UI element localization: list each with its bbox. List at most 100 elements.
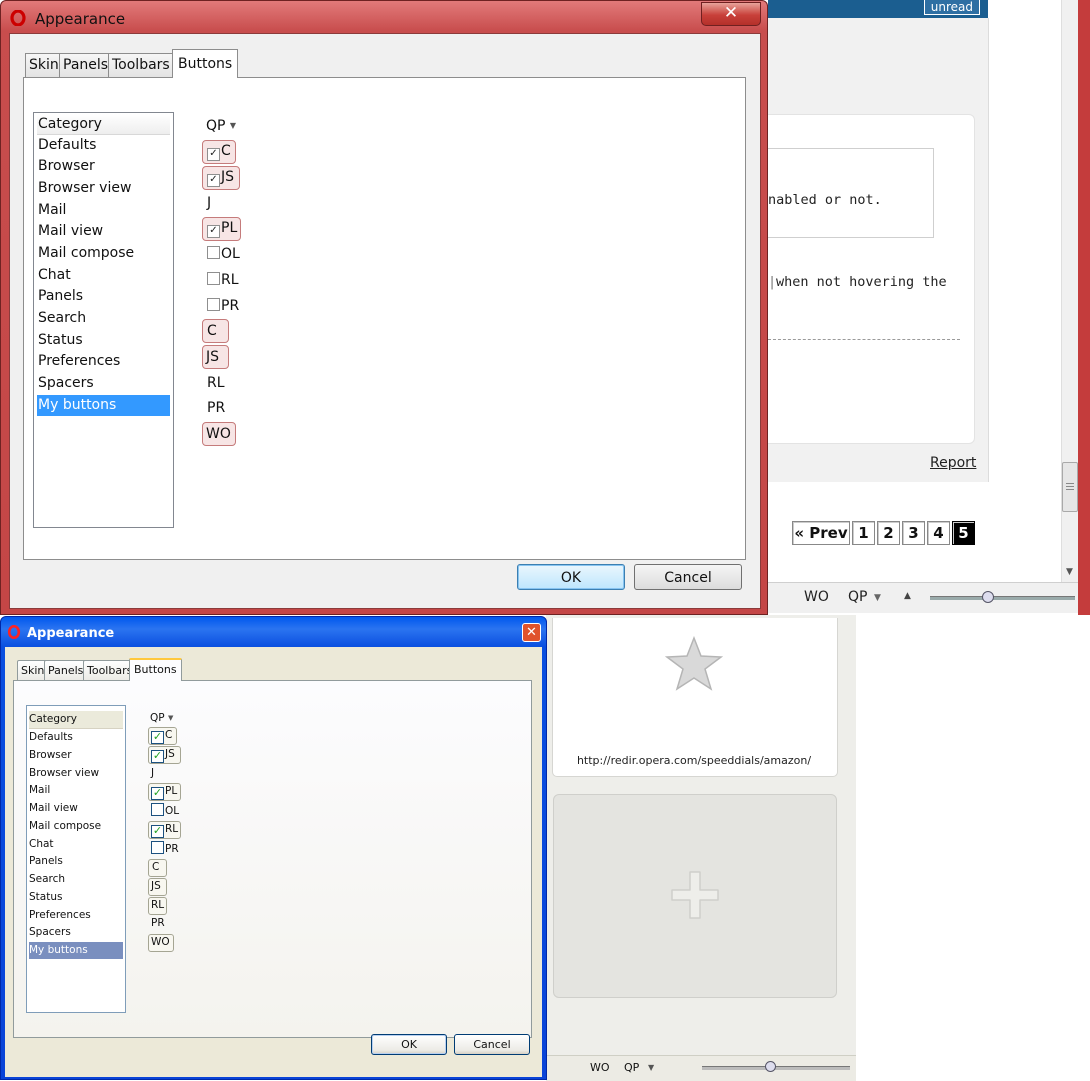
- close-button[interactable]: ✕: [522, 623, 541, 642]
- checkbox-checked-icon: ✓: [207, 148, 220, 161]
- close-button[interactable]: ✕: [701, 2, 761, 26]
- category-item-selected[interactable]: My buttons: [37, 395, 170, 416]
- c-button[interactable]: C: [207, 321, 217, 343]
- report-link[interactable]: Report: [930, 455, 976, 471]
- status-qp-button[interactable]: QP: [848, 589, 867, 605]
- pr-checkbox[interactable]: PR: [151, 841, 179, 857]
- qp-dropdown-arrow-icon[interactable]: ▼: [648, 1063, 654, 1072]
- checkbox-checked-icon: ✓: [151, 749, 164, 763]
- checkbox-unchecked-icon: [207, 272, 220, 285]
- button-label: OL: [165, 805, 180, 817]
- button-label: C: [221, 143, 231, 159]
- category-item[interactable]: Browser view: [37, 178, 170, 199]
- tab-panels[interactable]: Panels: [44, 660, 88, 680]
- zoom-slider[interactable]: [930, 596, 1075, 600]
- pr-button[interactable]: PR: [207, 398, 225, 420]
- tab-buttons[interactable]: Buttons: [129, 658, 182, 681]
- category-item[interactable]: Spacers: [37, 373, 170, 394]
- j-button[interactable]: J: [207, 193, 211, 215]
- zoom-up-icon[interactable]: ▲: [904, 591, 911, 601]
- pr-button[interactable]: PR: [151, 916, 165, 932]
- rl-button[interactable]: RL: [151, 898, 164, 914]
- zoom-slider[interactable]: [702, 1066, 850, 1070]
- category-item[interactable]: Defaults: [29, 729, 123, 746]
- status-wo-button[interactable]: WO: [590, 1061, 610, 1074]
- prev-page-link[interactable]: « Prev: [792, 521, 850, 545]
- category-list[interactable]: Category Defaults Browser Browser view M…: [33, 112, 174, 528]
- tab-toolbars[interactable]: Toolbars: [108, 53, 174, 77]
- category-item[interactable]: Mail view: [37, 221, 170, 242]
- tab-skin[interactable]: Skin: [25, 53, 63, 77]
- status-wo-button[interactable]: WO: [804, 589, 829, 605]
- current-page: 5: [952, 521, 975, 545]
- category-item[interactable]: Chat: [37, 265, 170, 286]
- category-item[interactable]: Chat: [29, 836, 123, 853]
- rl-checkbox[interactable]: RL: [207, 270, 239, 292]
- zoom-slider-knob[interactable]: [765, 1061, 776, 1072]
- opera-logo-icon: [7, 625, 21, 639]
- category-item[interactable]: Browser: [37, 156, 170, 177]
- scroll-down-arrow-icon[interactable]: ▼: [1066, 567, 1073, 577]
- category-item[interactable]: Panels: [29, 853, 123, 870]
- js-checkbox[interactable]: ✓ JS: [151, 747, 175, 763]
- category-item[interactable]: Mail compose: [37, 243, 170, 264]
- rl-button[interactable]: RL: [207, 373, 225, 395]
- button-label: RL: [221, 272, 239, 288]
- add-speed-dial-button[interactable]: [553, 794, 837, 998]
- category-item[interactable]: Defaults: [37, 135, 170, 156]
- post-header-bar: unread: [768, 0, 988, 18]
- category-item[interactable]: Preferences: [37, 351, 170, 372]
- scrollbar-thumb[interactable]: [1062, 462, 1078, 512]
- category-item[interactable]: Mail compose: [29, 818, 123, 835]
- category-item[interactable]: Status: [37, 330, 170, 351]
- cancel-button[interactable]: Cancel: [454, 1034, 530, 1055]
- c-checkbox[interactable]: ✓ C: [151, 728, 172, 744]
- qp-dropdown[interactable]: QP ▼: [206, 116, 236, 138]
- unread-badge[interactable]: unread: [923, 0, 980, 15]
- category-item[interactable]: Preferences: [29, 907, 123, 924]
- category-item[interactable]: Status: [29, 889, 123, 906]
- pr-checkbox[interactable]: PR: [207, 296, 239, 318]
- category-item[interactable]: Browser: [29, 747, 123, 764]
- category-item[interactable]: Mail: [29, 782, 123, 799]
- page-link-2[interactable]: 2: [877, 521, 900, 545]
- js-button[interactable]: JS: [151, 879, 161, 895]
- j-button[interactable]: J: [151, 766, 154, 782]
- button-label: PR: [221, 298, 240, 314]
- qp-dropdown-arrow-icon[interactable]: ▼: [874, 593, 881, 603]
- button-label: OL: [221, 246, 240, 262]
- category-header[interactable]: Category: [37, 114, 170, 135]
- page-link-1[interactable]: 1: [852, 521, 875, 545]
- c-button[interactable]: C: [152, 860, 159, 876]
- category-list[interactable]: Category Defaults Browser Browser view M…: [26, 705, 126, 1013]
- category-item[interactable]: Panels: [37, 286, 170, 307]
- category-item[interactable]: Mail view: [29, 800, 123, 817]
- category-item[interactable]: Browser view: [29, 765, 123, 782]
- page-link-4[interactable]: 4: [927, 521, 950, 545]
- rl-checkbox[interactable]: ✓ RL: [151, 822, 178, 838]
- category-item[interactable]: Search: [29, 871, 123, 888]
- category-item[interactable]: Mail: [37, 200, 170, 221]
- ol-checkbox[interactable]: OL: [151, 803, 179, 819]
- tab-panels[interactable]: Panels: [59, 53, 113, 77]
- wo-button[interactable]: WO: [206, 424, 231, 446]
- ok-button[interactable]: OK: [371, 1034, 447, 1055]
- ol-checkbox[interactable]: OL: [207, 244, 240, 266]
- js-checkbox[interactable]: ✓ JS: [207, 167, 234, 189]
- zoom-slider-knob[interactable]: [982, 591, 994, 603]
- pl-checkbox[interactable]: ✓ PL: [151, 784, 177, 800]
- c-checkbox[interactable]: ✓ C: [207, 141, 231, 163]
- category-item[interactable]: Search: [37, 308, 170, 329]
- pl-checkbox[interactable]: ✓ PL: [207, 218, 237, 240]
- cancel-button[interactable]: Cancel: [634, 564, 742, 590]
- js-button[interactable]: JS: [206, 347, 219, 369]
- tab-buttons[interactable]: Buttons: [172, 49, 239, 78]
- category-item[interactable]: Spacers: [29, 924, 123, 941]
- category-header[interactable]: Category: [29, 711, 123, 729]
- ok-button[interactable]: OK: [517, 564, 625, 590]
- status-qp-button[interactable]: QP: [624, 1061, 639, 1074]
- page-link-3[interactable]: 3: [902, 521, 925, 545]
- qp-dropdown[interactable]: QP ▼: [150, 711, 173, 727]
- wo-button[interactable]: WO: [151, 935, 170, 951]
- category-item-selected[interactable]: My buttons: [29, 942, 123, 959]
